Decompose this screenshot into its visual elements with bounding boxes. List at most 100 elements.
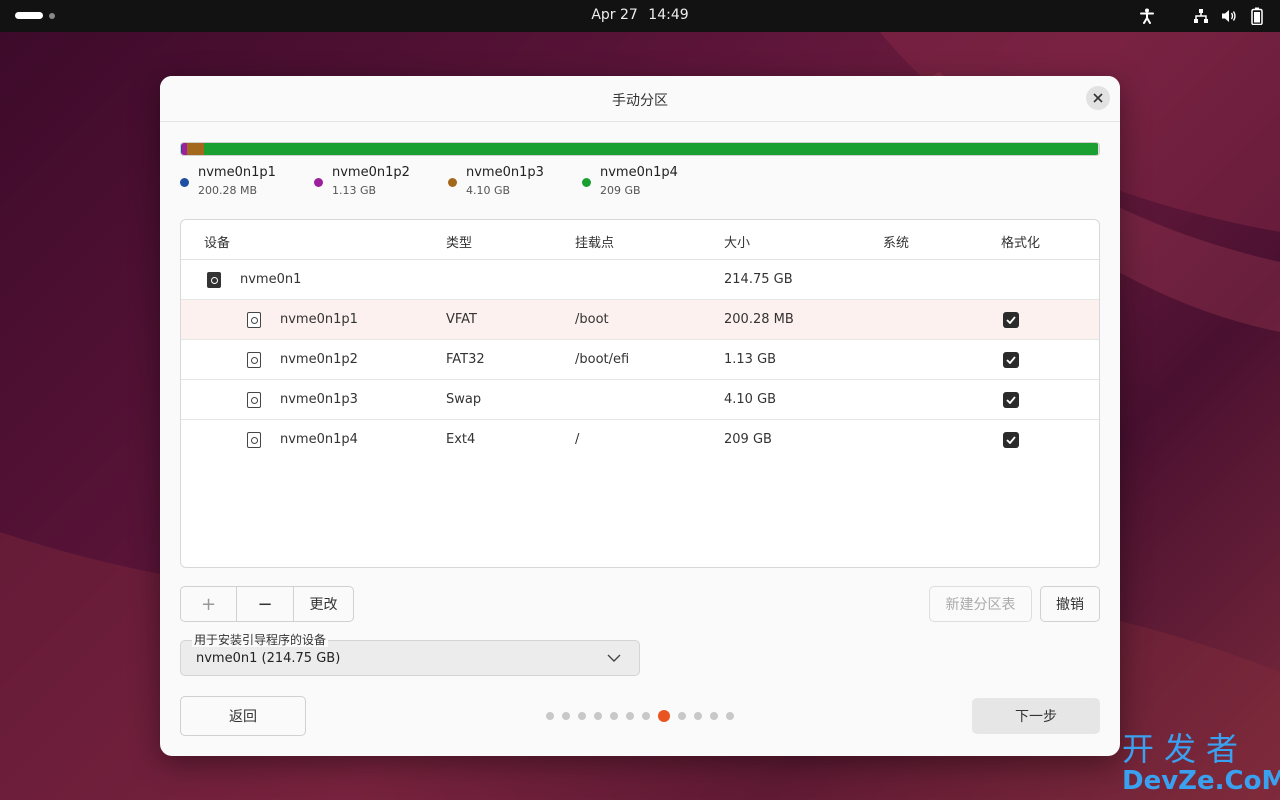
legend-size: 4.10 GB xyxy=(466,184,511,197)
battery-icon[interactable] xyxy=(1248,7,1266,25)
step-dot-active xyxy=(658,710,670,722)
new-partition-table-button[interactable]: 新建分区表 xyxy=(929,586,1032,622)
table-row[interactable]: nvme0n1p1 VFAT /boot 200.28 MB xyxy=(181,300,1099,340)
step-dot xyxy=(710,712,718,720)
partition-type: FAT32 xyxy=(446,352,485,367)
volume-icon[interactable] xyxy=(1220,7,1238,25)
step-dot xyxy=(594,712,602,720)
partition-icon xyxy=(247,352,261,368)
next-button[interactable]: 下一步 xyxy=(972,698,1100,734)
legend-size: 209 GB xyxy=(600,184,641,197)
close-button[interactable] xyxy=(1086,86,1110,110)
watermark-line2: DevZe.CoM xyxy=(1122,766,1280,796)
header-size: 大小 xyxy=(724,236,751,251)
header-mount: 挂载点 xyxy=(575,236,615,251)
step-dot xyxy=(578,712,586,720)
format-checkbox[interactable] xyxy=(1003,312,1019,328)
format-checkbox[interactable] xyxy=(1003,432,1019,448)
bootloader-label: 用于安装引导程序的设备 xyxy=(192,633,329,647)
clock[interactable]: Apr 27 14:49 xyxy=(0,7,1280,23)
accessibility-icon[interactable] xyxy=(1138,7,1156,25)
close-icon xyxy=(1093,93,1103,103)
usage-segment xyxy=(186,143,205,155)
partition-icon xyxy=(247,312,261,328)
format-checkbox[interactable] xyxy=(1003,352,1019,368)
partition-mount: /boot/efi xyxy=(575,352,630,367)
legend-size: 1.13 GB xyxy=(332,184,377,197)
partition-size: 1.13 GB xyxy=(724,352,777,367)
manual-partition-dialog: 手动分区 nvme0n1p1 200.28 MB nvme0n1p2 1.13 … xyxy=(160,76,1120,756)
legend-color-dot xyxy=(582,178,591,187)
partition-mount: /boot xyxy=(575,312,609,327)
partition-name: nvme0n1p3 xyxy=(280,392,358,407)
network-icon[interactable] xyxy=(1192,7,1210,25)
dialog-title: 手动分区 xyxy=(612,93,668,109)
clock-date: Apr 27 xyxy=(591,7,638,23)
header-type: 类型 xyxy=(446,236,473,251)
partition-name: nvme0n1p4 xyxy=(280,432,358,447)
chevron-down-icon xyxy=(607,654,621,662)
device-size: 214.75 GB xyxy=(724,272,793,287)
legend-color-dot xyxy=(448,178,457,187)
table-header: 设备 类型 挂载点 大小 系统 格式化 xyxy=(181,220,1099,260)
legend-item: nvme0n1p1 200.28 MB xyxy=(180,165,314,199)
step-dot xyxy=(562,712,570,720)
usage-segment xyxy=(204,143,1098,155)
partition-mount: / xyxy=(575,432,580,447)
step-indicator xyxy=(546,710,734,722)
header-device: 设备 xyxy=(204,236,231,251)
bootloader-device-select[interactable]: 用于安装引导程序的设备 nvme0n1 (214.75 GB) xyxy=(180,633,640,676)
partition-icon xyxy=(247,392,261,408)
check-icon xyxy=(1006,436,1016,444)
header-system: 系统 xyxy=(883,236,910,251)
partition-type: VFAT xyxy=(446,312,478,327)
format-checkbox[interactable] xyxy=(1003,392,1019,408)
partition-icon xyxy=(247,432,261,448)
bootloader-value: nvme0n1 (214.75 GB) xyxy=(196,651,341,666)
add-partition-button[interactable]: + xyxy=(181,587,237,621)
remove-partition-button[interactable]: − xyxy=(237,587,294,621)
partition-type: Swap xyxy=(446,392,482,407)
legend-item: nvme0n1p2 1.13 GB xyxy=(314,165,448,199)
legend-name: nvme0n1p3 xyxy=(466,165,544,180)
clock-time: 14:49 xyxy=(648,7,689,23)
change-partition-button[interactable]: 更改 xyxy=(294,587,353,621)
partition-size: 4.10 GB xyxy=(724,392,777,407)
step-dot xyxy=(642,712,650,720)
disk-icon xyxy=(207,272,221,288)
table-row-disk[interactable]: nvme0n1 214.75 GB xyxy=(181,260,1099,300)
device-name: nvme0n1 xyxy=(240,272,302,287)
watermark: 开发者 DevZe.CoM xyxy=(1122,732,1280,796)
legend-color-dot xyxy=(314,178,323,187)
legend-name: nvme0n1p1 xyxy=(198,165,276,180)
table-row[interactable]: nvme0n1p2 FAT32 /boot/efi 1.13 GB xyxy=(181,340,1099,380)
check-icon xyxy=(1006,396,1016,404)
check-icon xyxy=(1006,356,1016,364)
legend-item: nvme0n1p3 4.10 GB xyxy=(448,165,582,199)
partition-name: nvme0n1p2 xyxy=(280,352,358,367)
check-icon xyxy=(1006,316,1016,324)
step-dot xyxy=(546,712,554,720)
step-dot xyxy=(678,712,686,720)
table-row[interactable]: nvme0n1p4 Ext4 / 209 GB xyxy=(181,420,1099,460)
partition-name: nvme0n1p1 xyxy=(280,312,358,327)
back-button[interactable]: 返回 xyxy=(180,696,306,736)
dialog-titlebar: 手动分区 xyxy=(160,76,1120,122)
partition-table: 设备 类型 挂载点 大小 系统 格式化 nvme0n1 214.75 GB nv… xyxy=(180,219,1100,568)
partition-type: Ext4 xyxy=(446,432,476,447)
legend-item: nvme0n1p4 209 GB xyxy=(582,165,716,199)
partition-size: 200.28 MB xyxy=(724,312,794,327)
partition-size: 209 GB xyxy=(724,432,772,447)
partition-legend: nvme0n1p1 200.28 MB nvme0n1p2 1.13 GB nv… xyxy=(180,165,716,199)
revert-button[interactable]: 撤销 xyxy=(1040,586,1100,622)
disk-usage-bar xyxy=(180,142,1100,156)
table-row[interactable]: nvme0n1p3 Swap 4.10 GB xyxy=(181,380,1099,420)
header-format: 格式化 xyxy=(1001,236,1041,251)
step-dot xyxy=(726,712,734,720)
legend-size: 200.28 MB xyxy=(198,184,258,197)
watermark-line1: 开发者 xyxy=(1122,730,1249,768)
legend-color-dot xyxy=(180,178,189,187)
step-dot xyxy=(694,712,702,720)
step-dot xyxy=(610,712,618,720)
system-tray[interactable] xyxy=(1138,7,1266,25)
